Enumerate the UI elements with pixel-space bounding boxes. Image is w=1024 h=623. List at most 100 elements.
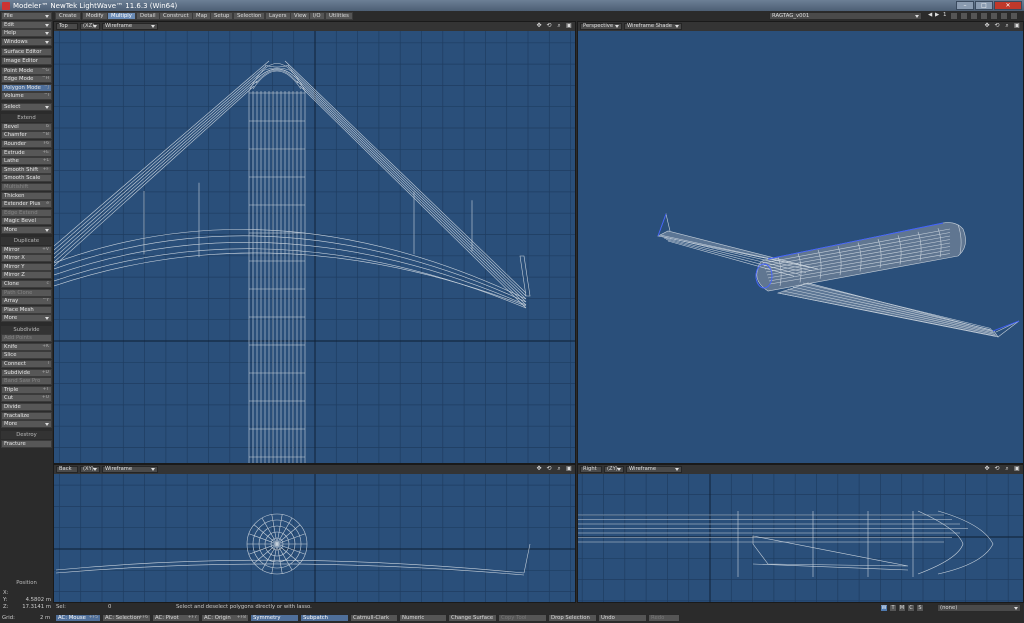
render-mode-select[interactable]: Wireframe (102, 466, 158, 473)
tab-detail[interactable]: Detail (136, 12, 160, 20)
view-type-select[interactable]: Perspective (580, 23, 622, 30)
zoom-view-icon[interactable]: ⌕ (1003, 466, 1011, 473)
move-view-icon[interactable]: ✥ (535, 466, 543, 473)
tool-file-button[interactable]: File (1, 12, 52, 20)
rotate-view-icon[interactable]: ⟲ (545, 23, 553, 30)
symmetry-button[interactable]: Symmetry (250, 614, 299, 622)
toggle-w[interactable]: W (880, 604, 888, 612)
tab-create[interactable]: Create (55, 12, 81, 20)
tool-surface-editor-button[interactable]: Surface Editor (1, 47, 52, 56)
tool-more-button[interactable]: More (1, 420, 52, 429)
view-axes-select[interactable]: (XY) (80, 466, 100, 473)
layer-box-6[interactable] (1000, 12, 1008, 20)
tab-layers[interactable]: Layers (265, 12, 291, 20)
tool-add-points-button[interactable]: Add Points (1, 334, 52, 343)
tab-selection[interactable]: Selection (233, 12, 266, 20)
tool-knife-button[interactable]: Knife +K (1, 342, 52, 351)
maximize-viewport-icon[interactable]: ▣ (565, 466, 573, 473)
tab-view[interactable]: View (290, 12, 311, 20)
toggle-t[interactable]: T (889, 604, 897, 612)
tool-more-button[interactable]: More (1, 225, 52, 234)
tab-i-o[interactable]: I/O (309, 12, 325, 20)
tool-slice-button[interactable]: Slice (1, 351, 52, 360)
tool-divide-button[interactable]: Divide (1, 402, 52, 411)
tool-array-button[interactable]: Array ^Y (1, 297, 52, 306)
tool-clone-button[interactable]: Clone c (1, 280, 52, 288)
layer-box-7[interactable] (1010, 12, 1018, 20)
viewport-top[interactable]: Top (XZ) Wireframe ✥ ⟲ ⌕ ▣ (53, 21, 576, 464)
undo-button[interactable]: Undo (598, 614, 647, 622)
tool-lathe-button[interactable]: Lathe +L (1, 157, 52, 166)
toggle-c[interactable]: C (907, 604, 915, 612)
layer-box-2[interactable] (960, 12, 968, 20)
tool-smooth-shift-button[interactable]: Smooth Shift +F (1, 165, 52, 174)
tool-multishift-button[interactable]: Multishift (1, 182, 52, 191)
move-view-icon[interactable]: ✥ (983, 23, 991, 30)
tool-point-mode-button[interactable]: Point Mode ^G (1, 66, 52, 75)
tool-extrude-button[interactable]: Extrude +E (1, 148, 52, 157)
maximize-viewport-icon[interactable]: ▣ (1013, 23, 1021, 30)
tab-utilities[interactable]: Utilities (325, 12, 353, 20)
tool-polygon-mode-button[interactable]: Polygon Mode ^J (1, 83, 52, 92)
tab-map[interactable]: Map (192, 12, 212, 20)
tool-rounder-button[interactable]: Rounder F6 (1, 139, 52, 148)
rotate-view-icon[interactable]: ⟲ (545, 466, 553, 473)
surface-select[interactable]: (none) (937, 604, 1021, 612)
tool-fracture-button[interactable]: Fracture (1, 439, 52, 448)
layer-box-1[interactable] (950, 12, 958, 20)
ac-pivot-button[interactable]: AC: Pivot +F7 (152, 614, 200, 622)
zoom-view-icon[interactable]: ⌕ (555, 23, 563, 30)
maximize-button[interactable]: □ (975, 1, 993, 10)
viewport-back[interactable]: Back (XY) Wireframe ✥ ⟲ ⌕ ▣ (53, 464, 576, 603)
tool-triple-button[interactable]: Triple +T (1, 385, 52, 394)
toggle-m[interactable]: M (898, 604, 906, 612)
tab-modify[interactable]: Modify (82, 12, 108, 20)
tool-mirror-z-button[interactable]: Mirror Z (1, 271, 52, 280)
render-mode-select[interactable]: Wireframe (102, 23, 158, 30)
redo-button[interactable]: Redo (648, 614, 680, 622)
rotate-view-icon[interactable]: ⟲ (993, 466, 1001, 473)
viewport-perspective[interactable]: Perspective Wireframe Shade ✥ ⟲ ⌕ ▣ (577, 21, 1024, 464)
rotate-view-icon[interactable]: ⟲ (993, 23, 1001, 30)
tool-place-mesh-button[interactable]: Place Mesh (1, 305, 52, 314)
tab-multiply[interactable]: Multiply (107, 12, 136, 20)
change-surface-button[interactable]: Change Surface (448, 614, 497, 622)
object-layer-select[interactable]: RAGTAG_v001 (769, 12, 922, 20)
tool-mirror-button[interactable]: Mirror +V (1, 245, 52, 254)
tool-cut-button[interactable]: Cut +U (1, 394, 52, 403)
tab-construct[interactable]: Construct (159, 12, 193, 20)
drop-selection-button[interactable]: Drop Selection (548, 614, 597, 622)
copy-tool-button[interactable]: Copy Tool (498, 614, 547, 622)
zoom-view-icon[interactable]: ⌕ (555, 466, 563, 473)
tool-magic-bevel-button[interactable]: Magic Bevel (1, 217, 52, 226)
next-layer-icon[interactable]: ▶ (935, 12, 939, 18)
tool-edge-extend-button[interactable]: Edge Extend (1, 208, 52, 217)
toggle-s[interactable]: S (916, 604, 924, 612)
tool-subdivide-button[interactable]: Subdivide +D (1, 368, 52, 377)
layer-box-3[interactable] (970, 12, 978, 20)
tool-mirror-y-button[interactable]: Mirror Y (1, 262, 52, 271)
layer-box-5[interactable] (990, 12, 998, 20)
numeric-button[interactable]: Numeric (399, 614, 447, 622)
tool-path-clone-button[interactable]: Path Clone (1, 288, 52, 297)
view-axes-select[interactable]: (XZ) (80, 23, 100, 30)
catmull-clark-button[interactable]: Catmull-Clark (350, 614, 398, 622)
tool-chamfer-button[interactable]: Chamfer ^B (1, 131, 52, 140)
tool-select-button[interactable]: Select (1, 102, 52, 111)
tool-smooth-scale-button[interactable]: Smooth Scale (1, 174, 52, 183)
tool-windows-button[interactable]: Windows (1, 37, 52, 46)
close-button[interactable]: ✕ (994, 1, 1022, 10)
view-axes-select[interactable]: (ZY) (604, 466, 624, 473)
tool-edge-mode-button[interactable]: Edge Mode ^H (1, 75, 52, 84)
ac-selection-button[interactable]: AC: Selection +F6 (102, 614, 151, 622)
layer-box-4[interactable] (980, 12, 988, 20)
viewport-right[interactable]: Right (ZY) Wireframe ✥ ⟲ ⌕ ▣ (577, 464, 1024, 603)
render-mode-select[interactable]: Wireframe Shade (624, 23, 682, 30)
tool-help-button[interactable]: Help (1, 29, 52, 38)
render-mode-select[interactable]: Wireframe (626, 466, 682, 473)
prev-layer-icon[interactable]: ◀ (928, 12, 932, 18)
tool-extender-plus-button[interactable]: Extender Plus e (1, 200, 52, 209)
subpatch-button[interactable]: Subpatch (300, 614, 349, 622)
tool-band-saw-pro-button[interactable]: Band Saw Pro (1, 377, 52, 386)
maximize-viewport-icon[interactable]: ▣ (1013, 466, 1021, 473)
